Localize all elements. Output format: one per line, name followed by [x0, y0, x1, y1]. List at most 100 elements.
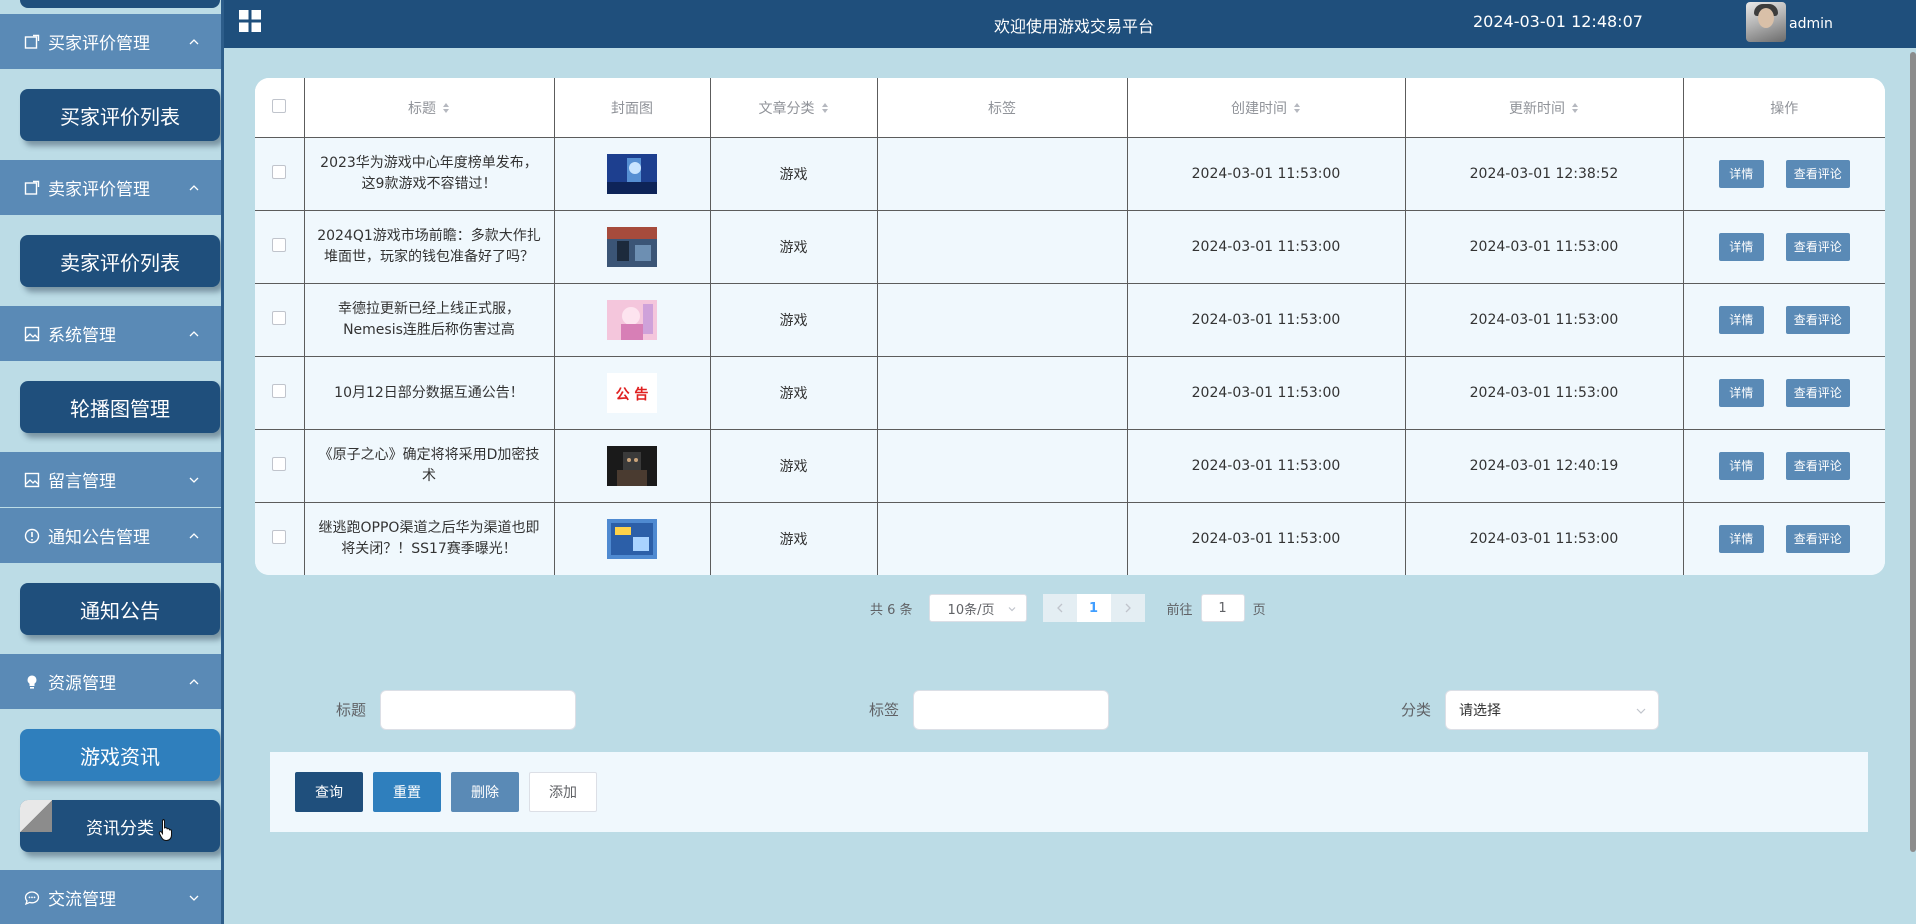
view-comments-button[interactable]: 查看评论 — [1785, 233, 1850, 261]
sort-icon[interactable] — [1571, 102, 1579, 114]
view-comments-button[interactable]: 查看评论 — [1785, 160, 1850, 188]
category-select[interactable]: 请选择 — [1445, 690, 1659, 730]
detail-button[interactable]: 详情 — [1718, 525, 1764, 553]
chevron-left-icon — [1056, 603, 1063, 613]
column-header-title[interactable]: 标题 — [303, 78, 555, 138]
sidebar: 买家评价管理 买家评价列表 卖家评价管理 卖家评价列表 系统管理 轮播图管理 留… — [0, 0, 224, 924]
tag-search-input[interactable] — [913, 690, 1109, 730]
sidebar-group-label: 留言管理 — [48, 472, 116, 492]
row-category: 游戏 — [709, 283, 878, 357]
select-all-cell[interactable] — [255, 78, 305, 138]
sidebar-group-buyer-review[interactable]: 买家评价管理 — [0, 14, 221, 69]
chevron-up-icon — [189, 329, 199, 339]
row-checkbox[interactable] — [272, 457, 287, 471]
column-header-created[interactable]: 创建时间 — [1126, 78, 1406, 138]
row-checkbox[interactable] — [272, 384, 287, 398]
view-comments-button[interactable]: 查看评论 — [1785, 379, 1850, 407]
sidebar-item-label: 游戏资讯 — [80, 744, 160, 769]
detail-button[interactable]: 详情 — [1718, 379, 1764, 407]
row-title: 10月12日部分数据互通公告！ — [334, 384, 524, 401]
row-title: 2024Q1游戏市场前瞻：多款大作扎堆面世，玩家的钱包准备好了吗？ — [317, 228, 541, 265]
sidebar-item-news-category[interactable]: 资讯分类 — [20, 800, 220, 852]
page-scrollbar[interactable] — [1910, 52, 1916, 852]
table-row: 继逃跑OPPO渠道之后华为渠道也即将关闭？！SS17赛季曝光！ 游戏 2024-… — [255, 502, 1885, 575]
select-all-checkbox[interactable] — [272, 98, 287, 113]
sidebar-group-notice[interactable]: 通知公告管理 — [0, 508, 221, 563]
table-row: 10月12日部分数据互通公告！ 公 告 游戏 2024-03-01 11:53:… — [255, 356, 1885, 430]
view-comments-button[interactable]: 查看评论 — [1785, 525, 1850, 553]
cover-image — [607, 300, 657, 340]
sort-icon[interactable] — [1293, 102, 1301, 114]
sidebar-group-seller-review[interactable]: 卖家评价管理 — [0, 160, 221, 215]
grid-menu-icon[interactable] — [239, 10, 261, 32]
sidebar-group-label: 卖家评价管理 — [48, 180, 150, 200]
chevron-up-icon — [189, 677, 199, 687]
row-created: 2024-03-01 11:53:00 — [1126, 356, 1406, 430]
chevron-up-icon — [189, 183, 199, 193]
page-number-button[interactable]: 1 — [1076, 594, 1111, 622]
square-edit-icon — [24, 180, 40, 196]
data-table-card: 标题 封面图 文章分类 标签 创建时间 更新时间 操作 2023华为游戏中心年度… — [255, 78, 1885, 575]
row-updated: 2024-03-01 12:38:52 — [1404, 137, 1684, 211]
next-page-button[interactable] — [1110, 594, 1145, 622]
row-tag — [876, 210, 1128, 284]
row-created: 2024-03-01 11:53:00 — [1126, 210, 1406, 284]
sort-icon[interactable] — [442, 102, 450, 114]
sidebar-group-exchange[interactable]: 交流管理 — [0, 870, 221, 924]
sidebar-partial-item[interactable] — [20, 0, 220, 8]
reset-button[interactable]: 重置 — [373, 772, 441, 812]
lightbulb-icon — [24, 674, 40, 690]
sidebar-group-system[interactable]: 系统管理 — [0, 306, 221, 361]
sidebar-group-resource[interactable]: 资源管理 — [0, 654, 221, 709]
sidebar-item-carousel[interactable]: 轮播图管理 — [20, 381, 220, 433]
detail-button[interactable]: 详情 — [1718, 233, 1764, 261]
column-header-category[interactable]: 文章分类 — [709, 78, 878, 138]
row-created: 2024-03-01 11:53:00 — [1126, 137, 1406, 211]
category-filter-label: 分类 — [1401, 701, 1432, 719]
sidebar-item-game-news[interactable]: 游戏资讯 — [20, 729, 220, 781]
page-size-select[interactable]: 10条/页 — [928, 594, 1027, 622]
goto-page-input[interactable]: 1 — [1200, 594, 1245, 622]
row-checkbox[interactable] — [272, 530, 287, 544]
cover-image — [607, 519, 657, 559]
add-button[interactable]: 添加 — [529, 772, 597, 812]
chevron-down-icon — [1008, 607, 1015, 612]
sidebar-group-message[interactable]: 留言管理 — [0, 452, 221, 507]
view-comments-button[interactable]: 查看评论 — [1785, 306, 1850, 334]
sidebar-item-seller-review-list[interactable]: 卖家评价列表 — [20, 235, 220, 287]
news-table: 标题 封面图 文章分类 标签 创建时间 更新时间 操作 2023华为游戏中心年度… — [255, 78, 1885, 575]
sidebar-item-buyer-review-list[interactable]: 买家评价列表 — [20, 89, 220, 141]
header-datetime: 2024-03-01 12:48:07 — [1473, 12, 1643, 31]
row-updated: 2024-03-01 11:53:00 — [1404, 210, 1684, 284]
column-header-updated[interactable]: 更新时间 — [1404, 78, 1684, 138]
avatar[interactable] — [1746, 2, 1786, 42]
hand-cursor-icon — [158, 819, 172, 841]
row-checkbox[interactable] — [272, 238, 287, 252]
sidebar-group-label: 资源管理 — [48, 674, 116, 694]
row-tag — [876, 356, 1128, 430]
delete-button[interactable]: 删除 — [451, 772, 519, 812]
row-created: 2024-03-01 11:53:00 — [1126, 283, 1406, 357]
row-updated: 2024-03-01 12:40:19 — [1404, 429, 1684, 503]
row-created: 2024-03-01 11:53:00 — [1126, 502, 1406, 575]
sort-icon[interactable] — [821, 102, 829, 114]
tag-filter-label: 标签 — [869, 701, 900, 719]
row-title: 《原子之心》确定将将采用D加密技术 — [318, 447, 540, 484]
view-comments-button[interactable]: 查看评论 — [1785, 452, 1850, 480]
chevron-down-icon — [189, 475, 199, 485]
query-button[interactable]: 查询 — [295, 772, 363, 812]
prev-page-button[interactable] — [1042, 594, 1077, 622]
header-username[interactable]: admin — [1789, 16, 1833, 32]
sidebar-item-notice[interactable]: 通知公告 — [20, 583, 220, 635]
cover-image: 公 告 — [607, 373, 657, 413]
top-header: 欢迎使用游戏交易平台 2024-03-01 12:48:07 admin — [224, 0, 1916, 48]
row-checkbox[interactable] — [272, 311, 287, 325]
column-header-cover: 封面图 — [553, 78, 711, 138]
title-search-input[interactable] — [380, 690, 576, 730]
sidebar-item-label: 卖家评价列表 — [60, 250, 180, 275]
detail-button[interactable]: 详情 — [1718, 160, 1764, 188]
detail-button[interactable]: 详情 — [1718, 306, 1764, 334]
row-checkbox[interactable] — [272, 165, 287, 179]
cover-image — [607, 227, 657, 267]
detail-button[interactable]: 详情 — [1718, 452, 1764, 480]
